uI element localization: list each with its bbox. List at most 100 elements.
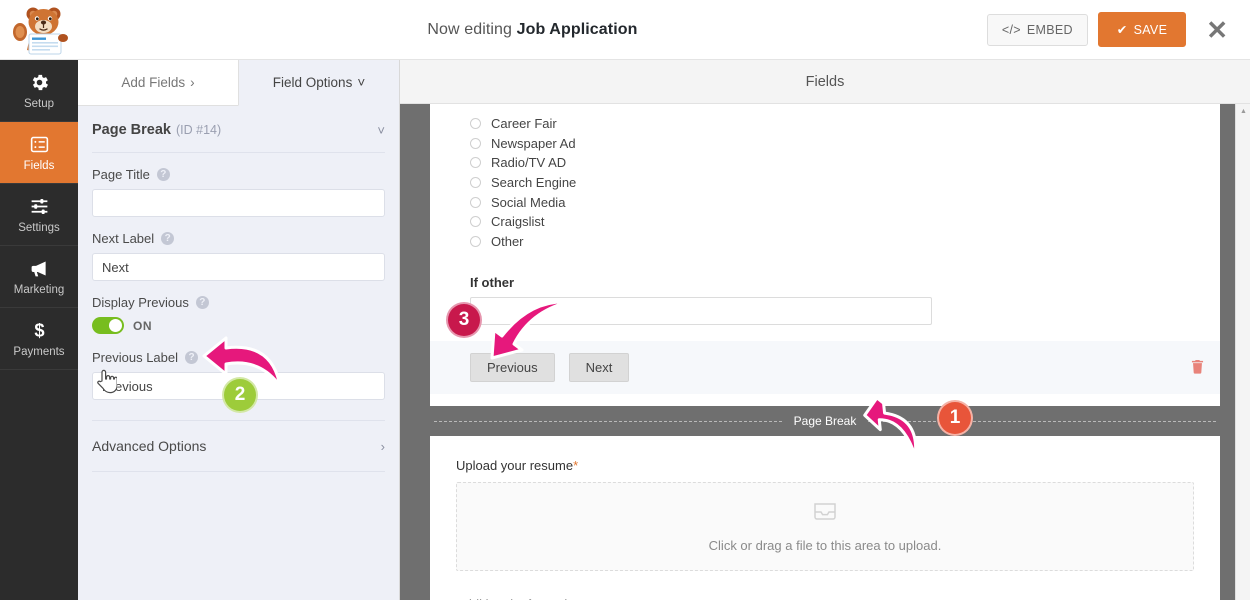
toggle-state-label: ON: [133, 318, 153, 333]
sidebar-item-label: Setup: [23, 97, 55, 110]
additional-information-label: Additional Information: [430, 585, 1220, 600]
embed-button[interactable]: </> EMBED: [986, 13, 1088, 46]
upload-dropzone[interactable]: Click or drag a file to this area to upl…: [456, 482, 1194, 572]
list-icon: [29, 134, 50, 156]
chevron-right-icon: ›: [190, 75, 195, 90]
upload-field-label: Upload your resume*: [456, 458, 1194, 473]
annotation-badge-3-number: 3: [458, 309, 470, 330]
advanced-options-row[interactable]: Advanced Options ›: [92, 421, 385, 472]
radio-icon[interactable]: [470, 157, 481, 169]
next-label-input[interactable]: [92, 253, 385, 281]
sidebar-item-label: Fields: [23, 159, 55, 172]
required-indicator: *: [573, 458, 579, 474]
preview-previous-button[interactable]: Previous: [470, 353, 555, 383]
top-bar-actions: </> EMBED ✔ SAVE ✕: [986, 12, 1250, 47]
list-item[interactable]: Newspaper Ad: [470, 134, 1220, 154]
inbox-tray-icon: [812, 501, 838, 530]
title-prefix: Now editing: [427, 20, 513, 38]
radio-icon[interactable]: [470, 216, 481, 228]
annotation-badge-3: 3: [446, 302, 482, 338]
annotation-badge-1-number: 1: [949, 407, 961, 428]
list-item[interactable]: Social Media: [470, 192, 1220, 212]
sidebar-item-settings[interactable]: Settings: [0, 184, 78, 246]
megaphone-icon: [29, 258, 50, 280]
chevron-down-icon[interactable]: ˅: [377, 123, 385, 138]
pagebreak-dashed-line: [434, 420, 782, 422]
sidebar-item-label: Settings: [18, 221, 60, 234]
pagebreak-divider[interactable]: Page Break: [430, 406, 1220, 437]
panel-field-header[interactable]: Page Break (ID #14) ˅: [92, 106, 385, 153]
sidebar-item-fields[interactable]: Fields: [0, 122, 78, 184]
list-item[interactable]: Craigslist: [470, 212, 1220, 232]
form-preview-canvas: Career Fair Newspaper Ad Radio/TV AD Sea…: [400, 104, 1250, 600]
code-icon: </>: [1001, 22, 1021, 37]
save-button[interactable]: ✔ SAVE: [1097, 12, 1187, 47]
pagebreak-field-row[interactable]: Previous Next: [430, 341, 1220, 395]
check-icon: ✔: [1116, 23, 1128, 37]
radio-icon[interactable]: [470, 235, 481, 247]
gear-icon: [29, 72, 50, 94]
sidebar-item-marketing[interactable]: Marketing: [0, 246, 78, 308]
radio-icon[interactable]: [470, 137, 481, 149]
display-previous-group: Display Previous ? ON: [92, 281, 385, 334]
tab-field-options-label: Field Options: [272, 75, 353, 90]
top-bar: Now editing Job Application </> EMBED ✔ …: [0, 0, 1250, 60]
annotation-badge-2-number: 2: [234, 384, 246, 405]
display-previous-toggle-row: ON: [92, 317, 385, 334]
page-title-label: Page Title ?: [92, 167, 385, 182]
sidebar-item-label: Marketing: [13, 283, 65, 296]
help-icon[interactable]: ?: [156, 168, 170, 181]
help-icon[interactable]: ?: [185, 351, 198, 364]
if-other-label: If other: [470, 275, 515, 291]
upload-field-label-text: Upload your resume: [456, 458, 574, 474]
panel-tabs: Add Fields › Field Options ˅: [78, 60, 399, 106]
embed-button-label: EMBED: [1026, 22, 1073, 37]
chevron-right-icon[interactable]: ›: [381, 439, 385, 454]
scroll-up-arrow-icon[interactable]: ▲: [1236, 104, 1250, 119]
radio-label: Social Media: [491, 194, 566, 210]
previous-label-label-text: Previous Label: [92, 350, 178, 365]
preview-next-button[interactable]: Next: [568, 353, 630, 383]
radio-label: Other: [491, 233, 524, 249]
radio-icon[interactable]: [470, 118, 481, 130]
radio-label: Radio/TV AD: [491, 155, 567, 171]
upload-field: Upload your resume* Click or drag a file…: [430, 436, 1220, 586]
radio-label: Craigslist: [491, 214, 545, 230]
advanced-options-label: Advanced Options: [92, 438, 207, 454]
page-title-input[interactable]: [92, 189, 385, 217]
radio-label: Career Fair: [491, 116, 557, 132]
previous-label-label: Previous Label ?: [92, 350, 385, 365]
if-other-input[interactable]: [470, 297, 932, 326]
display-previous-label-text: Display Previous: [92, 295, 189, 310]
trash-icon[interactable]: [1191, 359, 1204, 377]
radio-icon[interactable]: [470, 177, 481, 189]
canvas-scrollbar[interactable]: ▲: [1235, 104, 1250, 600]
preview-heading: Fields: [805, 73, 845, 90]
list-item[interactable]: Radio/TV AD: [470, 153, 1220, 173]
display-previous-toggle[interactable]: [92, 317, 124, 334]
radio-label: Search Engine: [491, 175, 577, 191]
radio-option-list: Career Fair Newspaper Ad Radio/TV AD Sea…: [430, 104, 1220, 257]
next-label-group: Next Label ?: [92, 217, 385, 281]
list-item[interactable]: Search Engine: [470, 173, 1220, 193]
upload-hint-text: Click or drag a file to this area to upl…: [708, 537, 942, 553]
panel-field-title: Page Break: [92, 122, 171, 138]
radio-icon[interactable]: [470, 196, 481, 208]
panel-field-id: (ID #14): [176, 123, 222, 137]
sidebar-item-setup[interactable]: Setup: [0, 60, 78, 122]
annotation-badge-2: 2: [222, 377, 258, 413]
display-previous-label: Display Previous ?: [92, 295, 385, 310]
sidebar-item-payments[interactable]: $ Payments: [0, 308, 78, 370]
tab-add-fields[interactable]: Add Fields ›: [78, 60, 238, 106]
form-name: Job Application: [516, 20, 638, 38]
help-icon[interactable]: ?: [195, 296, 209, 309]
list-item[interactable]: Career Fair: [470, 114, 1220, 134]
form-sheet: Career Fair Newspaper Ad Radio/TV AD Sea…: [430, 104, 1220, 600]
help-icon[interactable]: ?: [161, 232, 175, 245]
page-title-label-text: Page Title: [92, 167, 150, 182]
preview-header: Fields: [400, 60, 1250, 104]
builder-sidebar: Setup Fields Settings Marketing $ Paymen…: [0, 60, 78, 600]
tab-field-options[interactable]: Field Options ˅: [238, 60, 399, 106]
close-icon[interactable]: ✕: [1196, 17, 1236, 43]
list-item[interactable]: Other: [470, 232, 1220, 252]
